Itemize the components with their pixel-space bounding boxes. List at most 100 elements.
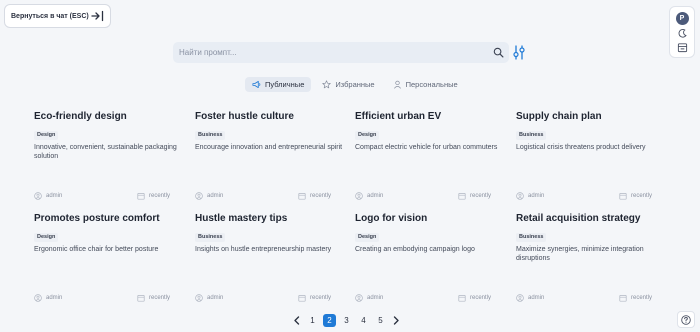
date: recently (619, 294, 652, 302)
avatar[interactable]: P (675, 11, 689, 25)
author: admin (195, 294, 223, 302)
prompt-description: Insights on hustle entrepreneurship mast… (195, 246, 332, 253)
date-text: recently (149, 193, 171, 199)
category-tag: Design (34, 233, 59, 242)
date: recently (619, 192, 652, 200)
calendar-icon (298, 295, 306, 302)
author: admin (34, 294, 62, 302)
date: recently (298, 192, 331, 200)
calendar-icon (137, 295, 145, 302)
author-name: admin (528, 295, 545, 301)
calendar-icon (619, 295, 627, 302)
user-circle-icon (34, 294, 42, 302)
tab-public[interactable]: Публичные (245, 77, 312, 92)
tab-personal[interactable]: Персональные (386, 77, 465, 92)
moon-icon[interactable] (677, 28, 688, 39)
prompt-title: Logo for vision (355, 213, 428, 224)
author-name: admin (207, 193, 224, 199)
author-name: admin (207, 295, 224, 301)
next-page-button[interactable] (389, 314, 403, 327)
category-tag: Design (355, 131, 380, 140)
prompt-meta: admin recently (195, 294, 345, 303)
prompt-title: Retail acquisition strategy (516, 213, 641, 224)
calendar-icon (298, 193, 306, 200)
tab-public-label: Публичные (265, 80, 305, 89)
prompt-title: Eco-friendly design (34, 111, 127, 122)
date-text: recently (631, 193, 653, 199)
category-tag: Business (516, 131, 547, 140)
back-to-chat-label: Вернуться в чат (ESC) (11, 12, 89, 20)
prompt-card[interactable]: Hustle mastery tips Business Insights on… (195, 213, 345, 303)
page-5-button[interactable]: 5 (372, 314, 389, 327)
help-button[interactable] (677, 311, 695, 328)
user-circle-icon (516, 192, 524, 200)
prompt-meta: admin recently (195, 192, 345, 201)
author: admin (355, 294, 383, 302)
user-icon (393, 80, 401, 89)
prompt-card[interactable]: Supply chain plan Business Logistical cr… (516, 111, 666, 201)
sliders-icon[interactable] (512, 45, 526, 60)
prev-page-button[interactable] (290, 314, 304, 327)
back-to-chat-button[interactable]: Вернуться в чат (ESC) (4, 4, 111, 28)
category-tag: Design (34, 131, 59, 140)
page-2-button[interactable]: 2 (323, 313, 336, 327)
date: recently (298, 294, 331, 302)
author: admin (355, 192, 383, 200)
author: admin (516, 294, 544, 302)
search-input[interactable] (179, 48, 479, 57)
side-panel: P (669, 6, 695, 58)
prompt-meta: admin recently (355, 294, 505, 303)
prompt-title: Promotes posture comfort (34, 213, 160, 224)
user-circle-icon (355, 192, 363, 200)
author-name: admin (46, 193, 63, 199)
tab-favorites-label: Избранные (335, 80, 375, 89)
prompt-title: Hustle mastery tips (195, 213, 288, 224)
author-name: admin (46, 295, 63, 301)
chevron-left-icon (294, 315, 300, 325)
library-icon[interactable] (677, 42, 688, 53)
prompt-tabs: Публичные Избранные Персональные (245, 77, 465, 92)
prompt-title: Supply chain plan (516, 111, 602, 122)
user-circle-icon (34, 192, 42, 200)
page-3-button[interactable]: 3 (338, 314, 355, 327)
category-tag: Business (195, 233, 226, 242)
prompt-card[interactable]: Foster hustle culture Business Encourage… (195, 111, 345, 201)
prompt-description: Logistical crisis threatens product deli… (516, 144, 646, 151)
prompt-title: Efficient urban EV (355, 111, 442, 122)
date-text: recently (470, 295, 492, 301)
author: admin (34, 192, 62, 200)
author: admin (516, 192, 544, 200)
date: recently (458, 192, 491, 200)
user-circle-icon (516, 294, 524, 302)
page-1-button[interactable]: 1 (304, 314, 321, 327)
author-name: admin (367, 193, 384, 199)
date: recently (137, 294, 170, 302)
category-tag: Business (195, 131, 226, 140)
calendar-icon (137, 193, 145, 200)
prompt-meta: admin recently (516, 294, 666, 303)
date-text: recently (310, 295, 332, 301)
prompt-card[interactable]: Retail acquisition strategy Business Max… (516, 213, 666, 303)
prompt-title: Foster hustle culture (195, 111, 294, 122)
megaphone-icon (252, 80, 261, 89)
calendar-icon (458, 295, 466, 302)
prompt-description: Compact electric vehicle for urban commu… (355, 144, 498, 151)
date-text: recently (631, 295, 653, 301)
search-bar (173, 42, 509, 63)
prompt-card[interactable]: Efficient urban EV Design Compact electr… (355, 111, 505, 201)
page-4-button[interactable]: 4 (355, 314, 372, 327)
search-icon[interactable] (493, 47, 504, 58)
prompt-card[interactable]: Logo for vision Design Creating an embod… (355, 213, 505, 303)
star-icon (322, 80, 332, 89)
prompt-description: Ergonomic office chair for better postur… (34, 246, 159, 253)
user-circle-icon (195, 192, 203, 200)
prompt-meta: admin recently (516, 192, 666, 201)
date-text: recently (149, 295, 171, 301)
prompt-card[interactable]: Eco-friendly design Design Innovative, c… (34, 111, 184, 201)
author-name: admin (528, 193, 545, 199)
author-name: admin (367, 295, 384, 301)
prompt-card[interactable]: Promotes posture comfort Design Ergonomi… (34, 213, 184, 303)
date: recently (137, 192, 170, 200)
date-text: recently (310, 193, 332, 199)
tab-favorites[interactable]: Избранные (315, 77, 381, 92)
